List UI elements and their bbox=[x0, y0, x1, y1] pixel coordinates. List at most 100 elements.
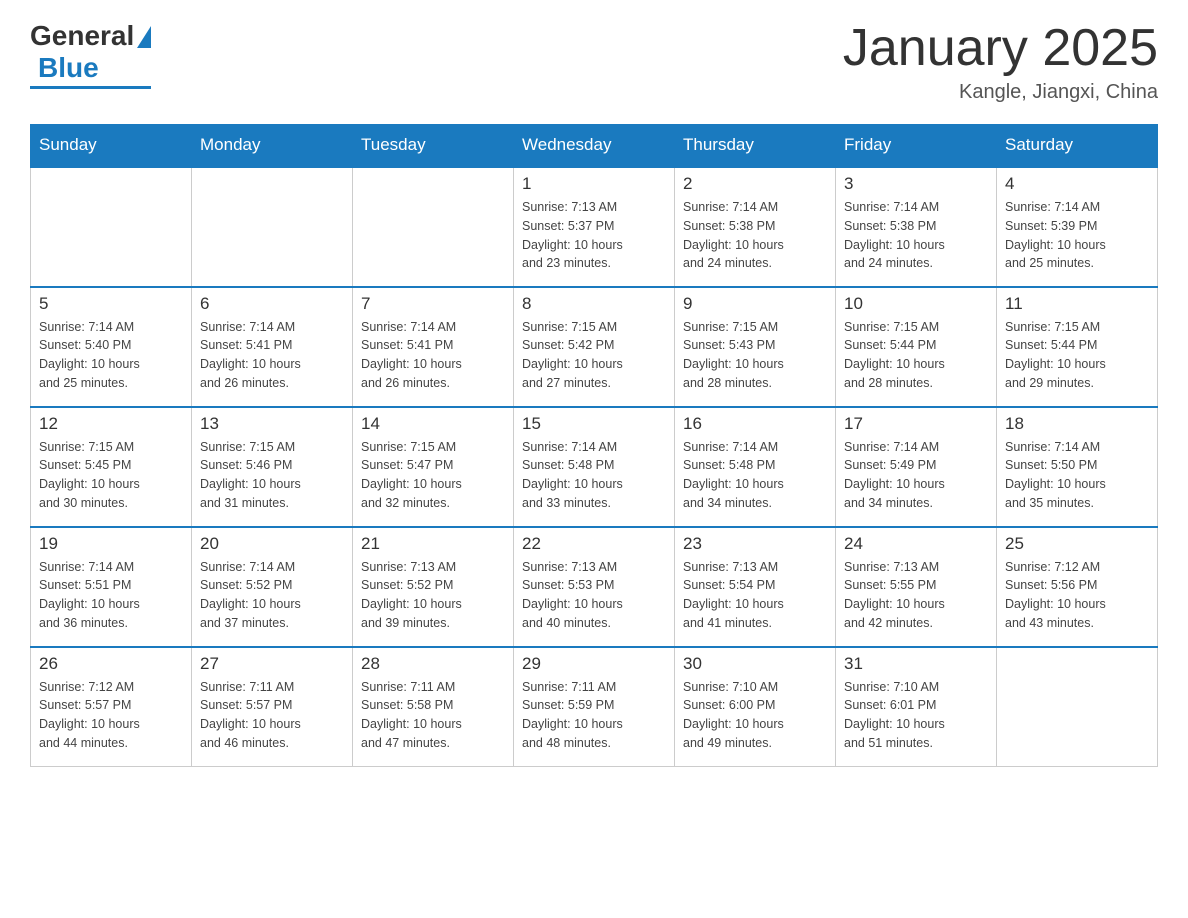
day-info: Sunrise: 7:13 AMSunset: 5:37 PMDaylight:… bbox=[522, 198, 666, 273]
day-info: Sunrise: 7:12 AMSunset: 5:56 PMDaylight:… bbox=[1005, 558, 1149, 633]
day-info: Sunrise: 7:14 AMSunset: 5:48 PMDaylight:… bbox=[522, 438, 666, 513]
calendar-cell: 28 Sunrise: 7:11 AMSunset: 5:58 PMDayligh… bbox=[353, 647, 514, 767]
calendar-header-saturday: Saturday bbox=[997, 125, 1158, 167]
day-number: 6 bbox=[200, 294, 344, 314]
calendar-header-tuesday: Tuesday bbox=[353, 125, 514, 167]
day-info: Sunrise: 7:11 AMSunset: 5:58 PMDaylight:… bbox=[361, 678, 505, 753]
logo-general-text: General bbox=[30, 20, 134, 52]
day-info: Sunrise: 7:15 AMSunset: 5:44 PMDaylight:… bbox=[1005, 318, 1149, 393]
day-number: 5 bbox=[39, 294, 183, 314]
day-number: 31 bbox=[844, 654, 988, 674]
day-info: Sunrise: 7:11 AMSunset: 5:59 PMDaylight:… bbox=[522, 678, 666, 753]
day-number: 8 bbox=[522, 294, 666, 314]
calendar-header-row: SundayMondayTuesdayWednesdayThursdayFrid… bbox=[31, 125, 1158, 167]
logo-blue-text: Blue bbox=[38, 52, 99, 84]
calendar-header-thursday: Thursday bbox=[675, 125, 836, 167]
calendar-cell: 25 Sunrise: 7:12 AMSunset: 5:56 PMDayligh… bbox=[997, 527, 1158, 647]
day-number: 3 bbox=[844, 174, 988, 194]
logo: General Blue bbox=[30, 20, 151, 89]
calendar-cell bbox=[997, 647, 1158, 767]
calendar-cell: 26 Sunrise: 7:12 AMSunset: 5:57 PMDayligh… bbox=[31, 647, 192, 767]
day-info: Sunrise: 7:15 AMSunset: 5:42 PMDaylight:… bbox=[522, 318, 666, 393]
day-info: Sunrise: 7:14 AMSunset: 5:52 PMDaylight:… bbox=[200, 558, 344, 633]
calendar-week-row: 12 Sunrise: 7:15 AMSunset: 5:45 PMDayligh… bbox=[31, 407, 1158, 527]
day-number: 21 bbox=[361, 534, 505, 554]
day-info: Sunrise: 7:14 AMSunset: 5:38 PMDaylight:… bbox=[844, 198, 988, 273]
day-number: 10 bbox=[844, 294, 988, 314]
day-info: Sunrise: 7:13 AMSunset: 5:54 PMDaylight:… bbox=[683, 558, 827, 633]
calendar-cell: 24Sunrise: 7:13 AMSunset: 5:55 PMDayligh… bbox=[836, 527, 997, 647]
calendar-week-row: 26 Sunrise: 7:12 AMSunset: 5:57 PMDayligh… bbox=[31, 647, 1158, 767]
calendar-cell bbox=[31, 167, 192, 287]
day-info: Sunrise: 7:15 AMSunset: 5:43 PMDaylight:… bbox=[683, 318, 827, 393]
day-info: Sunrise: 7:12 AMSunset: 5:57 PMDaylight:… bbox=[39, 678, 183, 753]
calendar-cell: 12 Sunrise: 7:15 AMSunset: 5:45 PMDayligh… bbox=[31, 407, 192, 527]
calendar-cell: 1Sunrise: 7:13 AMSunset: 5:37 PMDaylight… bbox=[514, 167, 675, 287]
day-info: Sunrise: 7:15 AMSunset: 5:45 PMDaylight:… bbox=[39, 438, 183, 513]
calendar-cell: 21 Sunrise: 7:13 AMSunset: 5:52 PMDayligh… bbox=[353, 527, 514, 647]
day-info: Sunrise: 7:15 AMSunset: 5:46 PMDaylight:… bbox=[200, 438, 344, 513]
day-number: 25 bbox=[1005, 534, 1149, 554]
calendar-cell: 18Sunrise: 7:14 AMSunset: 5:50 PMDayligh… bbox=[997, 407, 1158, 527]
calendar-cell: 31 Sunrise: 7:10 AMSunset: 6:01 PMDayligh… bbox=[836, 647, 997, 767]
day-info: Sunrise: 7:10 AMSunset: 6:01 PMDaylight:… bbox=[844, 678, 988, 753]
day-number: 16 bbox=[683, 414, 827, 434]
title-section: January 2025 Kangle, Jiangxi, China bbox=[843, 20, 1158, 104]
day-info: Sunrise: 7:14 AMSunset: 5:38 PMDaylight:… bbox=[683, 198, 827, 273]
calendar-cell: 16 Sunrise: 7:14 AMSunset: 5:48 PMDayligh… bbox=[675, 407, 836, 527]
day-info: Sunrise: 7:14 AMSunset: 5:40 PMDaylight:… bbox=[39, 318, 183, 393]
day-number: 9 bbox=[683, 294, 827, 314]
calendar-header-monday: Monday bbox=[192, 125, 353, 167]
day-info: Sunrise: 7:13 AMSunset: 5:52 PMDaylight:… bbox=[361, 558, 505, 633]
day-number: 24 bbox=[844, 534, 988, 554]
calendar-cell: 22 Sunrise: 7:13 AMSunset: 5:53 PMDayligh… bbox=[514, 527, 675, 647]
calendar-cell: 2Sunrise: 7:14 AMSunset: 5:38 PMDaylight… bbox=[675, 167, 836, 287]
calendar-header-sunday: Sunday bbox=[31, 125, 192, 167]
calendar-cell: 6Sunrise: 7:14 AMSunset: 5:41 PMDaylight… bbox=[192, 287, 353, 407]
day-info: Sunrise: 7:11 AMSunset: 5:57 PMDaylight:… bbox=[200, 678, 344, 753]
calendar-cell: 19Sunrise: 7:14 AMSunset: 5:51 PMDayligh… bbox=[31, 527, 192, 647]
calendar-cell: 30 Sunrise: 7:10 AMSunset: 6:00 PMDayligh… bbox=[675, 647, 836, 767]
day-info: Sunrise: 7:14 AMSunset: 5:41 PMDaylight:… bbox=[361, 318, 505, 393]
calendar-cell: 7Sunrise: 7:14 AMSunset: 5:41 PMDaylight… bbox=[353, 287, 514, 407]
day-number: 12 bbox=[39, 414, 183, 434]
calendar-cell: 9 Sunrise: 7:15 AMSunset: 5:43 PMDaylight… bbox=[675, 287, 836, 407]
day-info: Sunrise: 7:14 AMSunset: 5:51 PMDaylight:… bbox=[39, 558, 183, 633]
day-number: 11 bbox=[1005, 294, 1149, 314]
day-number: 22 bbox=[522, 534, 666, 554]
month-title: January 2025 bbox=[843, 20, 1158, 77]
calendar-cell: 17Sunrise: 7:14 AMSunset: 5:49 PMDayligh… bbox=[836, 407, 997, 527]
day-number: 15 bbox=[522, 414, 666, 434]
calendar-week-row: 1Sunrise: 7:13 AMSunset: 5:37 PMDaylight… bbox=[31, 167, 1158, 287]
day-number: 26 bbox=[39, 654, 183, 674]
calendar-header-wednesday: Wednesday bbox=[514, 125, 675, 167]
calendar-cell: 10 Sunrise: 7:15 AMSunset: 5:44 PMDayligh… bbox=[836, 287, 997, 407]
calendar-cell: 14Sunrise: 7:15 AMSunset: 5:47 PMDayligh… bbox=[353, 407, 514, 527]
day-info: Sunrise: 7:14 AMSunset: 5:39 PMDaylight:… bbox=[1005, 198, 1149, 273]
calendar-cell: 4 Sunrise: 7:14 AMSunset: 5:39 PMDaylight… bbox=[997, 167, 1158, 287]
day-info: Sunrise: 7:14 AMSunset: 5:50 PMDaylight:… bbox=[1005, 438, 1149, 513]
day-number: 30 bbox=[683, 654, 827, 674]
day-info: Sunrise: 7:14 AMSunset: 5:48 PMDaylight:… bbox=[683, 438, 827, 513]
calendar-cell bbox=[192, 167, 353, 287]
day-info: Sunrise: 7:15 AMSunset: 5:47 PMDaylight:… bbox=[361, 438, 505, 513]
day-number: 13 bbox=[200, 414, 344, 434]
day-number: 29 bbox=[522, 654, 666, 674]
day-number: 27 bbox=[200, 654, 344, 674]
calendar-cell: 8 Sunrise: 7:15 AMSunset: 5:42 PMDaylight… bbox=[514, 287, 675, 407]
calendar-cell: 11 Sunrise: 7:15 AMSunset: 5:44 PMDayligh… bbox=[997, 287, 1158, 407]
calendar-cell: 27 Sunrise: 7:11 AMSunset: 5:57 PMDayligh… bbox=[192, 647, 353, 767]
logo-underline bbox=[30, 86, 151, 89]
calendar-cell: 5 Sunrise: 7:14 AMSunset: 5:40 PMDaylight… bbox=[31, 287, 192, 407]
calendar-cell: 15 Sunrise: 7:14 AMSunset: 5:48 PMDayligh… bbox=[514, 407, 675, 527]
calendar-cell: 29 Sunrise: 7:11 AMSunset: 5:59 PMDayligh… bbox=[514, 647, 675, 767]
day-info: Sunrise: 7:13 AMSunset: 5:53 PMDaylight:… bbox=[522, 558, 666, 633]
calendar-cell bbox=[353, 167, 514, 287]
day-number: 28 bbox=[361, 654, 505, 674]
day-info: Sunrise: 7:10 AMSunset: 6:00 PMDaylight:… bbox=[683, 678, 827, 753]
day-number: 4 bbox=[1005, 174, 1149, 194]
calendar-week-row: 5 Sunrise: 7:14 AMSunset: 5:40 PMDaylight… bbox=[31, 287, 1158, 407]
day-number: 20 bbox=[200, 534, 344, 554]
day-info: Sunrise: 7:15 AMSunset: 5:44 PMDaylight:… bbox=[844, 318, 988, 393]
calendar-table: SundayMondayTuesdayWednesdayThursdayFrid… bbox=[30, 124, 1158, 767]
